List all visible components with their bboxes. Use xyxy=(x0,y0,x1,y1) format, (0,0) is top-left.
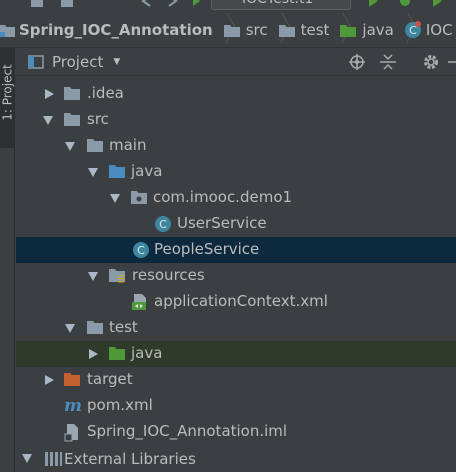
navigation-breadcrumb: Spring_IOC_Annotation src test java C IO… xyxy=(0,13,456,48)
svg-text:m: m xyxy=(64,396,82,414)
sync-icon[interactable] xyxy=(60,0,74,8)
tree-node-package[interactable]: com.imooc.demo1 xyxy=(16,185,456,211)
locate-file-icon[interactable] xyxy=(348,53,366,71)
tree-node-label: target xyxy=(87,370,133,388)
collapse-arrow-icon[interactable] xyxy=(65,324,75,333)
tree-node-main-java[interactable]: java xyxy=(16,159,456,185)
tree-node-resources[interactable]: resources xyxy=(16,263,456,289)
svg-text:C: C xyxy=(159,218,167,231)
tree-node-test-java[interactable]: java xyxy=(16,341,456,367)
collapse-arrow-icon[interactable] xyxy=(22,454,32,463)
module-folder-icon xyxy=(0,25,15,37)
collapse-all-icon[interactable] xyxy=(379,53,397,71)
libraries-icon xyxy=(45,452,62,466)
tree-node-label: UserService xyxy=(177,214,267,232)
save-icon[interactable] xyxy=(30,0,44,8)
java-class-icon: C xyxy=(155,216,171,232)
breadcrumb-src[interactable]: src xyxy=(219,13,274,47)
tree-node-idea[interactable]: .idea xyxy=(16,81,456,107)
java-class-icon: C xyxy=(133,242,149,258)
tree-node-label: java xyxy=(131,344,163,362)
expand-arrow-icon[interactable] xyxy=(89,349,98,359)
iml-file-icon xyxy=(64,424,78,442)
source-root-icon xyxy=(109,165,125,178)
breadcrumb-class[interactable]: C IOC xyxy=(400,13,456,47)
tree-node-label: .idea xyxy=(87,84,124,102)
folder-icon xyxy=(87,321,103,334)
tree-node-label: Spring_IOC_Annotation.iml xyxy=(87,422,288,440)
folder-icon xyxy=(223,25,240,37)
tree-node-external-libraries[interactable]: External Libraries xyxy=(16,445,456,471)
tree-node-iml[interactable]: Spring_IOC_Annotation.iml xyxy=(16,419,456,445)
expand-arrow-icon[interactable] xyxy=(45,89,54,99)
folder-icon xyxy=(64,87,80,100)
tree-node-main[interactable]: main xyxy=(16,133,456,159)
resources-root-icon xyxy=(109,269,125,283)
tree-node-label: resources xyxy=(132,266,205,284)
tree-node-label: com.imooc.demo1 xyxy=(153,188,293,206)
breadcrumb-label: IOC xyxy=(425,21,453,39)
tree-node-applicationcontext[interactable]: applicationContext.xml xyxy=(16,289,456,315)
tree-node-label: PeopleService xyxy=(154,240,260,258)
tree-node-label: test xyxy=(109,318,138,336)
folder-icon xyxy=(278,25,295,37)
tree-node-peopleservice[interactable]: C PeopleService xyxy=(16,237,456,263)
project-view-icon xyxy=(28,55,44,69)
breadcrumb-label: Spring_IOC_Annotation xyxy=(19,21,213,39)
left-tool-stripe: 1: Project xyxy=(0,48,15,472)
tree-node-label: main xyxy=(109,136,147,154)
project-panel-header: Project ▼ xyxy=(16,48,456,76)
project-tool-tab[interactable]: 1: Project xyxy=(0,48,15,148)
project-tool-tab-label: 1: Project xyxy=(0,64,15,121)
hide-panel-icon[interactable] xyxy=(448,53,456,71)
tree-node-label: src xyxy=(87,110,109,128)
tree-node-src[interactable]: src xyxy=(16,107,456,133)
tree-node-label: applicationContext.xml xyxy=(154,292,328,310)
breadcrumb-label: java xyxy=(362,21,394,39)
view-selector-dropdown[interactable]: ▼ xyxy=(113,57,120,67)
breadcrumb-test[interactable]: test xyxy=(274,13,336,47)
collapse-arrow-icon[interactable] xyxy=(110,194,120,203)
tree-node-target[interactable]: target xyxy=(16,367,456,393)
folder-icon xyxy=(64,113,80,126)
main-toolbar: IOCTest.t1 xyxy=(0,0,456,13)
collapse-arrow-icon[interactable] xyxy=(43,116,53,125)
back-icon[interactable] xyxy=(140,0,154,8)
java-class-icon: C xyxy=(404,21,421,38)
folder-icon xyxy=(87,139,103,152)
svg-text:C: C xyxy=(137,244,145,257)
settings-gear-icon[interactable] xyxy=(422,53,440,71)
expand-arrow-icon[interactable] xyxy=(45,375,54,385)
collapse-arrow-icon[interactable] xyxy=(88,168,98,177)
project-panel-title: Project xyxy=(52,52,104,71)
debug-icon[interactable] xyxy=(398,0,412,8)
project-tree: .idea src main java com.imooc.demo1 C Us… xyxy=(16,77,456,472)
tree-node-label: java xyxy=(131,162,163,180)
test-source-root-icon xyxy=(109,347,125,360)
coverage-icon[interactable] xyxy=(430,0,444,8)
tree-node-label: External Libraries xyxy=(64,450,196,468)
tree-node-test[interactable]: test xyxy=(16,315,456,341)
tree-node-userservice[interactable]: C UserService xyxy=(16,211,456,237)
breadcrumb-label: src xyxy=(245,21,268,39)
collapse-arrow-icon[interactable] xyxy=(65,142,75,151)
run-configuration-selector[interactable]: IOCTest.t1 xyxy=(211,0,351,10)
test-source-folder-icon xyxy=(340,25,357,37)
tree-node-pom[interactable]: m pom.xml xyxy=(16,393,456,419)
breadcrumb-java[interactable]: java xyxy=(335,13,399,47)
package-icon xyxy=(131,191,147,204)
collapse-arrow-icon[interactable] xyxy=(88,272,98,281)
forward-icon[interactable] xyxy=(165,0,179,8)
breadcrumb-project[interactable]: Spring_IOC_Annotation xyxy=(0,13,219,47)
build-icon[interactable] xyxy=(189,0,203,8)
spring-xml-icon xyxy=(132,294,146,310)
excluded-folder-icon xyxy=(64,373,80,386)
run-icon[interactable] xyxy=(366,0,380,8)
tree-node-label: pom.xml xyxy=(87,396,153,414)
maven-icon: m xyxy=(64,396,82,414)
breadcrumb-label: test xyxy=(300,21,330,39)
